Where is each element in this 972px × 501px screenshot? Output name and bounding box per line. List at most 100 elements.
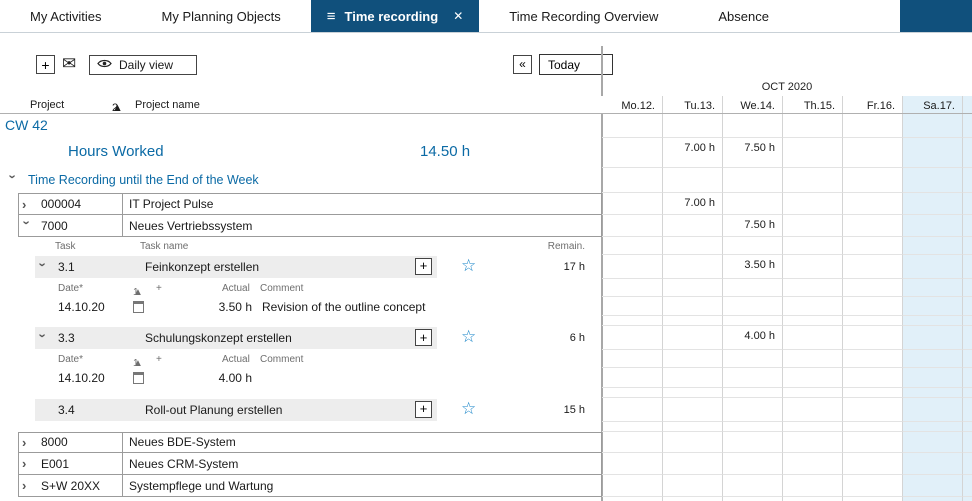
day-cell-th[interactable] <box>782 432 842 454</box>
day-cell-mo[interactable] <box>602 326 662 350</box>
day-cell-mo[interactable] <box>602 453 662 475</box>
chevron-down-icon[interactable]: › <box>21 221 34 231</box>
day-cell-tu[interactable] <box>662 297 722 317</box>
day-cell-th[interactable] <box>782 453 842 475</box>
day-cell-sa[interactable] <box>902 453 962 475</box>
chevron-down-icon[interactable]: › <box>7 174 20 184</box>
day-cell-sa[interactable] <box>902 297 962 317</box>
daily-view-selector[interactable]: Daily view <box>89 55 197 75</box>
day-cell-fr[interactable] <box>842 475 902 497</box>
day-cell-sa[interactable] <box>902 432 962 454</box>
calendar-picker-icon[interactable] <box>133 301 144 313</box>
project-name-cell[interactable]: IT Project Pulse <box>123 194 601 214</box>
day-cell-we[interactable]: 4.00 h <box>722 326 782 350</box>
entry-comment[interactable]: Revision of the outline concept <box>262 300 425 314</box>
day-cell-mo[interactable] <box>602 255 662 279</box>
task-name[interactable]: Schulungskonzept erstellen <box>145 331 292 345</box>
day-cell-th[interactable] <box>782 398 842 422</box>
project-name-cell[interactable]: Neues BDE-System <box>123 433 601 453</box>
day-cell-mo[interactable] <box>602 193 662 215</box>
project-id-cell[interactable]: ›S+W 20XX <box>19 475 123 496</box>
day-cell-we[interactable] <box>722 453 782 475</box>
add-booking-button[interactable]: + <box>415 401 432 418</box>
add-booking-button[interactable]: + <box>415 258 432 275</box>
day-cell-fr[interactable] <box>842 193 902 215</box>
day-cell-sa[interactable] <box>902 215 962 237</box>
day-cell-tu[interactable] <box>662 215 722 237</box>
tab-my-planning-objects[interactable]: My Planning Objects <box>132 0 311 32</box>
day-cell-tu[interactable]: 7.00 h <box>662 193 722 215</box>
day-cell-fr[interactable] <box>842 453 902 475</box>
day-cell-sa[interactable] <box>902 398 962 422</box>
day-cell-mo[interactable] <box>602 432 662 454</box>
chevron-right-icon[interactable]: › <box>22 479 32 492</box>
day-cell-sa[interactable] <box>902 475 962 497</box>
day-cell-tu[interactable] <box>662 326 722 350</box>
day-cell-th[interactable] <box>782 326 842 350</box>
entry-actual-hours[interactable]: 4.00 h <box>196 371 252 385</box>
tab-my-activities[interactable]: My Activities <box>0 0 132 32</box>
day-cell-sa[interactable] <box>902 255 962 279</box>
day-cell-fr[interactable] <box>842 215 902 237</box>
add-entry-icon[interactable]: + <box>156 354 162 365</box>
chevron-right-icon[interactable]: › <box>22 436 32 449</box>
day-cell-fr[interactable] <box>842 398 902 422</box>
day-cell-we[interactable] <box>722 297 782 317</box>
task-name[interactable]: Roll-out Planung erstellen <box>145 403 282 417</box>
project-id-cell[interactable]: ›7000 <box>19 215 123 236</box>
entry-date[interactable]: 14.10.20 <box>58 300 105 314</box>
tab-time-recording-overview[interactable]: Time Recording Overview <box>479 0 688 32</box>
day-cell-sa[interactable] <box>902 193 962 215</box>
day-cell-tu[interactable] <box>662 255 722 279</box>
previous-week-button[interactable]: « <box>513 55 532 74</box>
favorite-star-icon[interactable]: ☆ <box>461 257 476 274</box>
add-booking-button[interactable]: + <box>415 329 432 346</box>
day-cell-we[interactable]: 7.50 h <box>722 215 782 237</box>
day-cell-we[interactable] <box>722 432 782 454</box>
day-cell-fr[interactable] <box>842 326 902 350</box>
favorite-star-icon[interactable]: ☆ <box>461 400 476 417</box>
day-cell-tu[interactable] <box>662 368 722 388</box>
day-cell-tu[interactable] <box>662 432 722 454</box>
day-cell-we[interactable] <box>722 475 782 497</box>
day-cell-fr[interactable] <box>842 368 902 388</box>
entry-actual-hours[interactable]: 3.50 h <box>196 300 252 314</box>
day-cell-tu[interactable] <box>662 398 722 422</box>
day-cell-mo[interactable] <box>602 297 662 317</box>
day-cell-fr[interactable] <box>842 432 902 454</box>
chevron-right-icon[interactable]: › <box>22 457 32 470</box>
chevron-down-icon[interactable]: › <box>37 334 50 344</box>
project-id-cell[interactable]: ›000004 <box>19 194 123 214</box>
day-cell-we[interactable] <box>722 368 782 388</box>
chevron-down-icon[interactable]: › <box>37 262 50 272</box>
day-cell-sa[interactable] <box>902 368 962 388</box>
project-name-cell[interactable]: Neues Vertriebssystem <box>123 215 601 236</box>
project-id-cell[interactable]: ›E001 <box>19 453 123 474</box>
day-cell-th[interactable] <box>782 475 842 497</box>
day-cell-th[interactable] <box>782 368 842 388</box>
mail-icon[interactable]: ✉ <box>62 54 76 74</box>
day-cell-mo[interactable] <box>602 398 662 422</box>
project-name-cell[interactable]: Neues CRM-System <box>123 453 601 474</box>
day-cell-we[interactable]: 3.50 h <box>722 255 782 279</box>
add-entry-icon[interactable]: + <box>156 283 162 294</box>
calendar-picker-icon[interactable] <box>133 372 144 384</box>
chevron-right-icon[interactable]: › <box>22 198 32 211</box>
day-cell-we[interactable] <box>722 193 782 215</box>
add-button[interactable]: + <box>36 55 55 74</box>
day-cell-th[interactable] <box>782 255 842 279</box>
task-name[interactable]: Feinkonzept erstellen <box>145 260 259 274</box>
day-cell-th[interactable] <box>782 193 842 215</box>
favorite-star-icon[interactable]: ☆ <box>461 328 476 345</box>
day-cell-tu[interactable] <box>662 475 722 497</box>
day-cell-mo[interactable] <box>602 368 662 388</box>
day-cell-th[interactable] <box>782 215 842 237</box>
day-cell-fr[interactable] <box>842 255 902 279</box>
day-cell-th[interactable] <box>782 297 842 317</box>
day-cell-mo[interactable] <box>602 475 662 497</box>
project-name-cell[interactable]: Systempflege und Wartung <box>123 475 601 496</box>
close-tab-icon[interactable]: ✕ <box>453 9 463 23</box>
day-cell-tu[interactable] <box>662 453 722 475</box>
day-cell-sa[interactable] <box>902 326 962 350</box>
tab-time-recording[interactable]: ≡ Time recording ✕ <box>311 0 480 32</box>
